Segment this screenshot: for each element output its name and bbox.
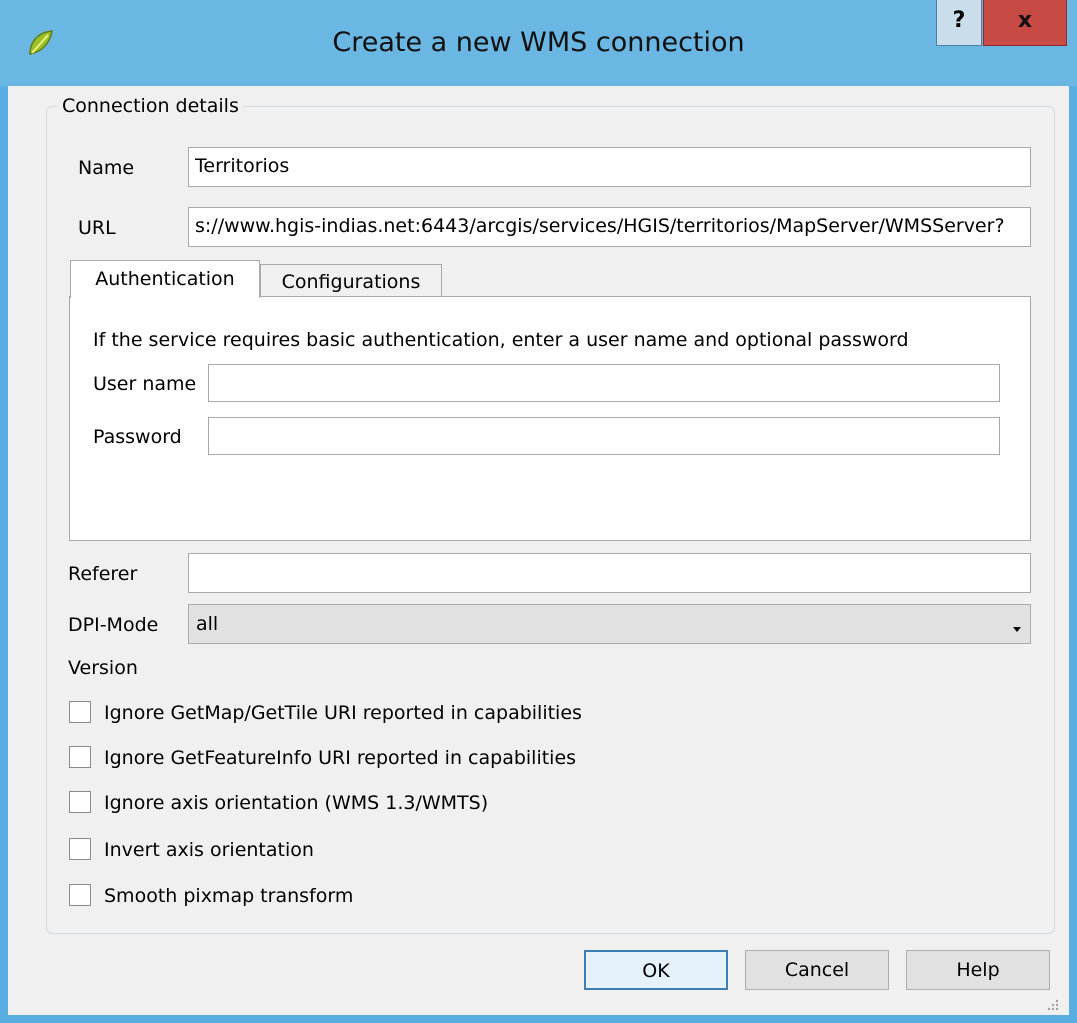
checkbox-ignore-axis[interactable] — [69, 791, 91, 813]
username-input[interactable] — [208, 364, 1000, 402]
dpi-mode-value: all — [196, 613, 219, 635]
checkbox-invert-axis-label[interactable]: Invert axis orientation — [104, 838, 314, 862]
help-button[interactable]: Help — [906, 950, 1050, 990]
checkbox-ignore-getfeatureinfo-label[interactable]: Ignore GetFeatureInfo URI reported in ca… — [104, 746, 576, 770]
dpi-mode-label: DPI-Mode — [68, 614, 159, 636]
resize-grip-icon[interactable] — [1044, 995, 1060, 1011]
tab-configurations[interactable]: Configurations — [260, 264, 442, 297]
referer-label: Referer — [68, 563, 138, 585]
ok-button[interactable]: OK — [584, 950, 728, 990]
close-button[interactable]: x — [983, 0, 1067, 46]
tab-authentication[interactable]: Authentication — [70, 260, 260, 298]
group-title: Connection details — [58, 94, 243, 118]
dpi-mode-select[interactable] — [188, 604, 1031, 644]
referer-input[interactable] — [188, 553, 1031, 593]
version-label: Version — [68, 657, 138, 679]
title-help-button[interactable]: ? — [936, 0, 982, 46]
window-title: Create a new WMS connection — [332, 27, 745, 58]
cancel-button[interactable]: Cancel — [745, 950, 889, 990]
password-input[interactable] — [208, 417, 1000, 455]
name-input[interactable]: Territorios — [188, 147, 1031, 187]
chevron-down-icon[interactable] — [1011, 618, 1023, 632]
name-label: Name — [78, 157, 135, 179]
checkbox-ignore-getmap[interactable] — [69, 701, 91, 723]
url-label: URL — [78, 217, 116, 239]
checkbox-ignore-axis-label[interactable]: Ignore axis orientation (WMS 1.3/WMTS) — [104, 791, 488, 815]
checkbox-smooth-pixmap-label[interactable]: Smooth pixmap transform — [104, 884, 353, 908]
username-label: User name — [93, 373, 197, 395]
checkbox-invert-axis[interactable] — [69, 838, 91, 860]
checkbox-smooth-pixmap[interactable] — [69, 884, 91, 906]
url-input[interactable]: s://www.hgis-indias.net:6443/arcgis/serv… — [188, 207, 1031, 247]
auth-info-text: If the service requires basic authentica… — [93, 329, 909, 351]
checkbox-ignore-getfeatureinfo[interactable] — [69, 746, 91, 768]
password-label: Password — [93, 426, 182, 448]
checkbox-ignore-getmap-label[interactable]: Ignore GetMap/GetTile URI reported in ca… — [104, 701, 582, 725]
